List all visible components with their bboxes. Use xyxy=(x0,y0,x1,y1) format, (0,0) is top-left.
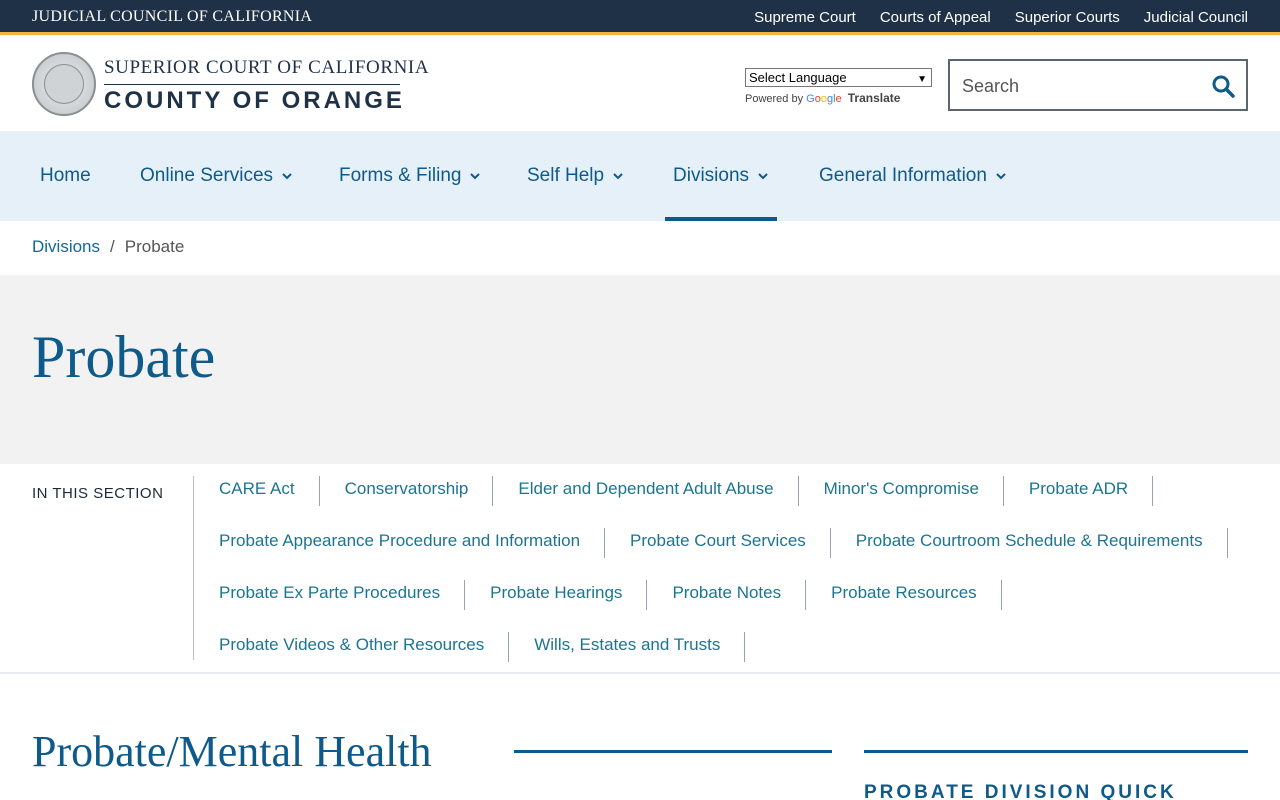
chevron-down-icon xyxy=(470,173,481,180)
section-link-elder-abuse[interactable]: Elder and Dependent Adult Abuse xyxy=(493,476,799,506)
judicial-council-title[interactable]: JUDICIAL COUNCIL OF CALIFORNIA xyxy=(32,8,312,26)
nav-home[interactable]: Home xyxy=(40,131,91,221)
breadcrumb-separator: / xyxy=(110,237,115,256)
nav-home-label: Home xyxy=(40,165,91,186)
section-link-probate-adr[interactable]: Probate ADR xyxy=(1004,476,1154,506)
google-logo-text: Google xyxy=(806,93,842,105)
top-bar: JUDICIAL COUNCIL OF CALIFORNIA Supreme C… xyxy=(0,0,1280,35)
search-icon xyxy=(1212,75,1235,98)
in-this-section: IN THIS SECTION CARE Act Conservatorship… xyxy=(0,464,1280,674)
nav-forms-filing-label: Forms & Filing xyxy=(339,165,462,186)
section-links-row: Probate Appearance Procedure and Informa… xyxy=(194,528,1228,558)
section-links-row: CARE Act Conservatorship Elder and Depen… xyxy=(194,476,1154,506)
court-name-line2[interactable]: COUNTY OF ORANGE xyxy=(104,87,405,115)
link-judicial-council[interactable]: Judicial Council xyxy=(1144,9,1248,26)
seal-center xyxy=(44,64,84,104)
section-link-care-act[interactable]: CARE Act xyxy=(194,476,320,506)
section-link-conservatorship[interactable]: Conservatorship xyxy=(320,476,494,506)
nav-self-help[interactable]: Self Help xyxy=(527,131,624,221)
section-link-videos[interactable]: Probate Videos & Other Resources xyxy=(194,632,510,662)
chevron-down-icon xyxy=(758,173,768,180)
chevron-down-icon xyxy=(282,173,292,180)
section-link-hearings[interactable]: Probate Hearings xyxy=(465,580,648,610)
search-box xyxy=(948,59,1248,111)
link-supreme-court[interactable]: Supreme Court xyxy=(754,9,856,26)
translate-link[interactable]: Translate xyxy=(848,91,901,105)
link-courts-of-appeal[interactable]: Courts of Appeal xyxy=(880,9,991,26)
section-links-row: Probate Ex Parte Procedures Probate Hear… xyxy=(194,580,1002,610)
content-heading: Probate/Mental Health xyxy=(32,727,432,776)
court-seal-logo[interactable] xyxy=(32,52,96,116)
section-link-resources[interactable]: Probate Resources xyxy=(806,580,1002,610)
breadcrumb-current: Probate xyxy=(124,237,185,256)
search-button[interactable] xyxy=(1208,71,1238,101)
language-select-value: Select Language xyxy=(749,70,847,85)
topbar-links: Supreme Court Courts of Appeal Superior … xyxy=(754,9,1248,26)
main-navigation: Home Online Services Forms & Filing Self… xyxy=(0,131,1280,221)
section-link-court-services[interactable]: Probate Court Services xyxy=(605,528,831,558)
section-link-wills-estates-trusts[interactable]: Wills, Estates and Trusts xyxy=(509,632,746,662)
section-links-row: Probate Videos & Other Resources Wills, … xyxy=(194,632,746,662)
nav-self-help-label: Self Help xyxy=(527,165,605,186)
nav-divisions[interactable]: Divisions xyxy=(664,131,778,221)
chevron-down-icon: ▼ xyxy=(917,74,927,85)
search-input[interactable] xyxy=(962,73,1202,99)
section-link-courtroom-schedule[interactable]: Probate Courtroom Schedule & Requirement… xyxy=(831,528,1228,558)
nav-forms-filing[interactable]: Forms & Filing xyxy=(339,131,481,221)
court-name-divider xyxy=(104,84,400,85)
nav-online-services[interactable]: Online Services xyxy=(140,131,293,221)
sidebar-heading: PROBATE DIVISION QUICK xyxy=(864,782,1177,800)
section-link-ex-parte[interactable]: Probate Ex Parte Procedures xyxy=(194,580,466,610)
nav-general-information[interactable]: General Information xyxy=(819,131,1007,221)
section-link-notes[interactable]: Probate Notes xyxy=(647,580,807,610)
page-title: Probate xyxy=(32,324,216,390)
section-label: IN THIS SECTION xyxy=(32,485,164,502)
link-superior-courts[interactable]: Superior Courts xyxy=(1015,9,1120,26)
content-heading-rule xyxy=(514,750,832,753)
page-hero: Probate xyxy=(0,275,1280,464)
court-name-line1[interactable]: SUPERIOR COURT OF CALIFORNIA xyxy=(104,57,429,79)
chevron-down-icon xyxy=(613,173,623,180)
nav-online-services-label: Online Services xyxy=(140,165,274,186)
powered-by-text: Powered by xyxy=(745,93,804,105)
google-translate-attribution: Powered by Google Translate xyxy=(745,91,900,105)
section-link-minors-compromise[interactable]: Minor's Compromise xyxy=(799,476,1004,506)
nav-divisions-label: Divisions xyxy=(673,165,750,186)
nav-general-information-label: General Information xyxy=(819,165,987,186)
breadcrumb-divisions[interactable]: Divisions xyxy=(32,237,100,257)
sidebar-heading-rule xyxy=(864,750,1248,753)
section-link-appearance-procedure[interactable]: Probate Appearance Procedure and Informa… xyxy=(194,528,606,558)
site-header: SUPERIOR COURT OF CALIFORNIA COUNTY OF O… xyxy=(0,38,1280,131)
language-select[interactable]: Select Language ▼ xyxy=(745,68,932,87)
chevron-down-icon xyxy=(996,173,1006,180)
breadcrumb: Divisions / Probate xyxy=(32,237,184,257)
